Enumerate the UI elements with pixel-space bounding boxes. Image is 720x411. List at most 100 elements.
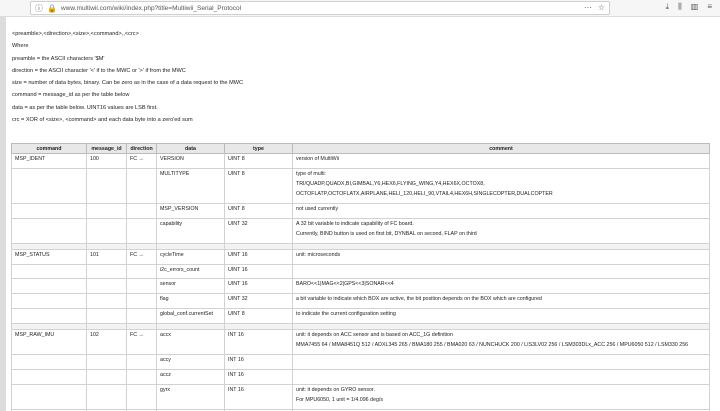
description-line: Where bbox=[12, 43, 29, 50]
cell-message-id bbox=[86, 308, 127, 325]
cell-direction: FC → bbox=[126, 248, 157, 265]
column-header-command: command bbox=[11, 143, 87, 154]
cell-data: flag bbox=[156, 293, 225, 310]
cell-message-id bbox=[86, 293, 127, 310]
cell-command bbox=[11, 308, 87, 325]
comment-line bbox=[296, 267, 706, 275]
address-url[interactable]: www.multiwii.com/wiki/index.php?title=Mu… bbox=[61, 5, 241, 12]
cell-direction bbox=[126, 369, 157, 385]
cell-data: accx bbox=[156, 329, 225, 356]
cell-command bbox=[11, 369, 87, 385]
table-row: MSP_VERSION UINT 8 not used currently bbox=[11, 202, 710, 219]
cell-data: VERSION bbox=[156, 153, 225, 169]
cell-data: sensor bbox=[156, 278, 225, 295]
cell-command bbox=[11, 384, 87, 410]
description-line: <preamble>,<direction>,<size>,<command>,… bbox=[12, 31, 139, 37]
comment-line: For MPU6050, 1 unit = 1/4.096 deg/s bbox=[296, 396, 384, 403]
cell-message-id bbox=[86, 202, 127, 219]
description-line: crc = XOR of <size>, <command> and each … bbox=[12, 117, 193, 124]
cell-message-id bbox=[86, 278, 127, 295]
comment-line: a bit variable to indicate which BOX are… bbox=[296, 296, 542, 303]
cell-direction bbox=[126, 167, 157, 204]
cell-direction bbox=[126, 263, 157, 280]
address-bar[interactable]: ⓘ 🔒 www.multiwii.com/wiki/index.php?titl… bbox=[30, 1, 610, 15]
browser-toolbar: ⓘ 🔒 www.multiwii.com/wiki/index.php?titl… bbox=[0, 0, 720, 17]
comment-line bbox=[296, 372, 706, 380]
comment-line: unit: microseconds bbox=[296, 251, 341, 258]
comment-line: MMA7455 64 / MMA8451Q 512 / ADXL345 265 … bbox=[296, 342, 689, 349]
cell-comment bbox=[292, 263, 710, 280]
cell-direction bbox=[126, 354, 157, 371]
cell-command: MSP_IDENT bbox=[11, 153, 87, 169]
cell-type: UINT 8 bbox=[224, 202, 293, 219]
lock-icon: 🔒 bbox=[47, 3, 57, 13]
cell-type: UINT 8 bbox=[224, 167, 293, 204]
cell-data: accz bbox=[156, 369, 225, 385]
more-actions-icon[interactable]: ⋯ bbox=[584, 3, 592, 12]
cell-comment: unit: it depends on ACC sensor and is ba… bbox=[292, 329, 710, 356]
table-row: accy INT 16 bbox=[11, 354, 710, 371]
cell-message-id: 100 bbox=[86, 153, 127, 169]
cell-command bbox=[11, 167, 87, 204]
cell-direction bbox=[126, 202, 157, 219]
table-row: MULTITYPE UINT 8 type of multi: TRI/QUADP,Q… bbox=[11, 167, 710, 204]
cell-command: MSP_STATUS bbox=[11, 248, 87, 265]
cell-type: UINT 32 bbox=[224, 293, 293, 310]
cell-type: INT 16 bbox=[224, 369, 293, 385]
cell-type: UINT 32 bbox=[224, 217, 293, 244]
comment-line: not used currently bbox=[296, 205, 339, 212]
cell-type: UINT 8 bbox=[224, 153, 293, 169]
cell-comment bbox=[292, 369, 710, 385]
cell-command bbox=[11, 278, 87, 295]
description-line: preamble = the ASCII characters '$M' bbox=[12, 55, 105, 62]
cell-data: i2c_errors_count bbox=[156, 263, 225, 280]
cell-direction bbox=[126, 293, 157, 310]
library-icon[interactable]: ⫼ bbox=[678, 2, 682, 12]
comment-line: Currently, BIND button is used on first … bbox=[296, 230, 477, 237]
cell-comment: version of MultiWii bbox=[292, 153, 710, 169]
cell-comment: unit: it depends on GYRO sensor. For MPU6… bbox=[292, 384, 710, 410]
description-line: size = number of data bytes, binary. Can… bbox=[12, 80, 244, 87]
comment-line: type of multi: bbox=[296, 170, 327, 177]
page-info-icon[interactable]: ⓘ bbox=[34, 3, 44, 14]
comment-line: version of MultiWii bbox=[296, 156, 339, 162]
column-header-type: type bbox=[224, 143, 293, 154]
cell-command bbox=[11, 293, 87, 310]
table-row: MSP_RAW_IMU 102 FC → accx INT 16 unit: it dep… bbox=[11, 329, 710, 356]
cell-type: INT 16 bbox=[224, 329, 293, 356]
cell-message-id bbox=[86, 369, 127, 385]
protocol-table: command message_id direction data type commen… bbox=[11, 143, 710, 411]
cell-message-id: 101 bbox=[86, 248, 127, 265]
cell-data: cycleTime bbox=[156, 248, 225, 265]
table-row: sensor UINT 16 BARO<<1|MAG<<2|GPS<<3|SONAR… bbox=[11, 278, 710, 295]
bookmark-star-icon[interactable]: ☆ bbox=[598, 3, 605, 12]
cell-comment: a bit variable to indicate which BOX are… bbox=[292, 293, 710, 310]
table-row: capability UINT 32 A 32 bit variable to in… bbox=[11, 217, 710, 244]
column-header-data: data bbox=[156, 143, 225, 154]
cell-comment: BARO<<1|MAG<<2|GPS<<3|SONAR<<4 bbox=[292, 278, 710, 295]
cell-command bbox=[11, 354, 87, 371]
cell-message-id bbox=[86, 167, 127, 204]
sidebar-icon[interactable]: ▥ bbox=[691, 2, 699, 12]
cell-type: UINT 8 bbox=[224, 308, 293, 325]
cell-type: INT 16 bbox=[224, 354, 293, 371]
table-row: flag UINT 32 a bit variable to indicate wh… bbox=[11, 293, 710, 310]
cell-type: UINT 16 bbox=[224, 278, 293, 295]
column-header-message-id: message_id bbox=[86, 143, 127, 154]
table-row: MSP_IDENT 100 FC → VERSION UINT 8 version of … bbox=[11, 153, 710, 169]
cell-data: MULTITYPE bbox=[156, 167, 225, 204]
download-icon[interactable]: ⤓ bbox=[666, 2, 670, 12]
column-header-direction: direction bbox=[126, 143, 157, 154]
cell-comment: not used currently bbox=[292, 202, 710, 219]
cell-message-id bbox=[86, 263, 127, 280]
cell-command bbox=[11, 202, 87, 219]
cell-message-id: 102 bbox=[86, 329, 127, 356]
cell-command bbox=[11, 263, 87, 280]
menu-icon[interactable]: ≡ bbox=[707, 2, 712, 12]
cell-data: accy bbox=[156, 354, 225, 371]
cell-type: INT 16 bbox=[224, 384, 293, 410]
description-line: command = message_id as per the table be… bbox=[12, 92, 130, 99]
comment-line bbox=[296, 357, 706, 365]
comment-line: BARO<<1|MAG<<2|GPS<<3|SONAR<<4 bbox=[296, 281, 394, 288]
description-line: data = as per the table below. UINT16 va… bbox=[12, 104, 158, 111]
